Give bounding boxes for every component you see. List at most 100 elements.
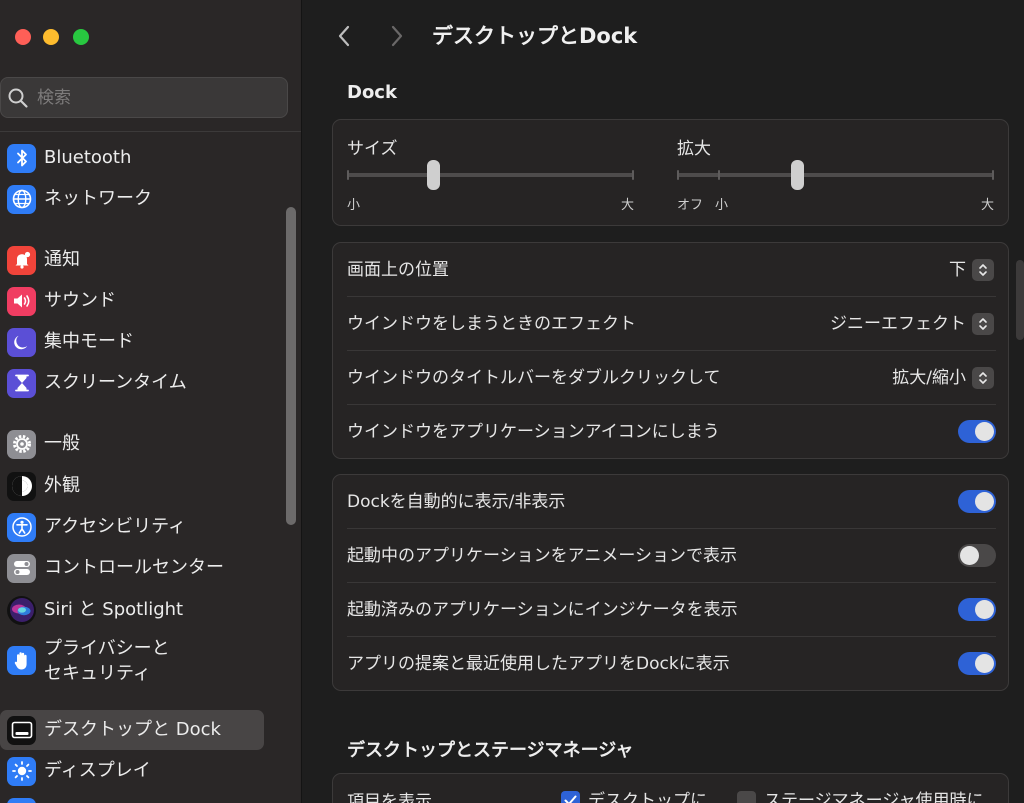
dock-window-settings-panel: 画面上の位置 下 ウインドウをしまうときのエフェクト ジニーエフェクト ウインド… (332, 242, 1009, 459)
appearance-icon (7, 471, 36, 501)
size-slider-tick (347, 170, 349, 180)
sidebar-item-label: Bluetooth (44, 147, 132, 168)
back-button[interactable] (331, 22, 357, 50)
sidebar-item-control-center[interactable]: コントロールセンター (0, 548, 264, 588)
sidebar-item-privacy-security[interactable]: プライバシーと セキュリティ (0, 635, 264, 687)
size-min-label: 小 (347, 198, 361, 213)
show-in-stage-manager-checkbox[interactable] (737, 791, 756, 803)
sidebar-item-next[interactable] (0, 795, 264, 803)
sidebar-scrollbar[interactable] (286, 207, 296, 525)
minimize-effect-value[interactable]: ジニーエフェクト (830, 312, 966, 336)
show-indicators-toggle[interactable] (958, 598, 996, 621)
sidebar-item-label-line2: セキュリティ (44, 663, 151, 684)
sidebar-item-general[interactable]: 一般 (0, 424, 264, 464)
search-input[interactable] (37, 87, 267, 108)
sidebar-divider (0, 131, 301, 132)
sidebar-item-label: ネットワーク (44, 188, 152, 209)
minimize-into-icon-toggle[interactable] (958, 420, 996, 443)
forward-button[interactable] (384, 22, 410, 50)
checkmark-icon (564, 795, 577, 803)
magnification-max-label: 大 (981, 198, 995, 213)
size-slider-tick (632, 170, 634, 180)
show-suggested-apps-row: アプリの提案と最近使用したアプリをDockに表示 (333, 637, 1010, 691)
minimize-into-icon-label: ウインドウをアプリケーションアイコンにしまう (347, 422, 720, 442)
main-scrollbar[interactable] (1016, 260, 1024, 340)
show-suggested-apps-label: アプリの提案と最近使用したアプリをDockに表示 (347, 654, 730, 674)
gear-icon (7, 429, 36, 459)
hourglass-icon (7, 368, 36, 398)
auto-hide-row: Dockを自動的に表示/非表示 (333, 475, 1010, 529)
siri-icon (7, 595, 36, 625)
dock-size-panel: サイズ 小 大 拡大 オフ 小 大 (332, 119, 1009, 226)
sidebar-item-siri-spotlight[interactable]: Siri と Spotlight (0, 590, 264, 630)
sidebar-item-sound[interactable]: サウンド (0, 281, 264, 321)
title-bar-double-click-label: ウインドウのタイトルバーをダブルクリックして (347, 368, 721, 388)
sidebar-item-displays[interactable]: ディスプレイ (0, 751, 264, 791)
position-on-screen-popup[interactable] (972, 259, 994, 281)
accessibility-icon (7, 512, 36, 542)
title-bar-double-click-value[interactable]: 拡大/縮小 (892, 366, 966, 390)
magnification-min-label: 小 (715, 198, 729, 213)
magnification-slider-tick (677, 170, 679, 180)
bell-icon (7, 245, 36, 275)
show-suggested-apps-toggle[interactable] (958, 652, 996, 675)
globe-icon (7, 184, 36, 214)
toggle-knob (975, 654, 994, 673)
sun-icon (7, 756, 36, 786)
sidebar-item-network[interactable]: ネットワーク (0, 179, 264, 219)
next-item-icon (7, 798, 36, 803)
bluetooth-icon (7, 143, 36, 173)
sidebar-item-label: 集中モード (44, 331, 134, 352)
magnification-slider-track[interactable] (677, 173, 994, 177)
magnification-slider-tick (718, 170, 720, 180)
show-indicators-row: 起動済みのアプリケーションにインジケータを表示 (333, 583, 1010, 637)
position-on-screen-value[interactable]: 下 (949, 258, 966, 282)
sidebar-item-bluetooth[interactable]: Bluetooth (0, 138, 264, 178)
size-label: サイズ (347, 139, 398, 159)
magnification-slider-thumb[interactable] (791, 160, 805, 190)
show-indicators-label: 起動済みのアプリケーションにインジケータを表示 (347, 600, 738, 620)
sidebar-item-label: 一般 (44, 433, 80, 454)
sidebar-item-label: コントロールセンター (44, 557, 224, 578)
up-down-chevron-icon (979, 264, 987, 276)
minimize-effect-row: ウインドウをしまうときのエフェクト ジニーエフェクト (333, 297, 1010, 351)
search-icon (8, 88, 28, 108)
sidebar-item-label: Siri と Spotlight (44, 599, 184, 620)
title-bar-double-click-popup[interactable] (972, 367, 994, 389)
sidebar-item-accessibility[interactable]: アクセシビリティ (0, 507, 264, 547)
zoom-window-button[interactable] (73, 29, 89, 45)
sidebar-item-label: アクセシビリティ (44, 516, 187, 537)
dock-section-title: Dock (347, 82, 397, 103)
size-slider-track[interactable] (347, 173, 634, 177)
position-on-screen-label: 画面上の位置 (347, 260, 449, 280)
show-on-desktop-checkbox[interactable] (561, 791, 580, 803)
page-title: デスクトップとDock (432, 24, 638, 48)
search-field[interactable] (0, 77, 288, 118)
sidebar-item-label: ディスプレイ (44, 760, 151, 781)
sidebar-item-appearance[interactable]: 外観 (0, 466, 264, 506)
animate-opening-toggle[interactable] (958, 544, 996, 567)
sidebar-item-notifications[interactable]: 通知 (0, 240, 264, 280)
show-in-stage-manager-label: ステージマネージャ使用時に (764, 791, 984, 803)
close-window-button[interactable] (15, 29, 31, 45)
minimize-window-button[interactable] (43, 29, 59, 45)
moon-icon (7, 327, 36, 357)
chevron-right-icon (391, 25, 403, 47)
sidebar-item-screen-time[interactable]: スクリーンタイム (0, 363, 264, 403)
auto-hide-toggle[interactable] (958, 490, 996, 513)
sidebar-item-label: サウンド (44, 290, 116, 311)
stage-manager-panel: 項目を表示 デスクトップに ステージマネージャ使用時に (332, 773, 1009, 803)
sidebar-item-desktop-dock[interactable]: デスクトップと Dock (0, 710, 264, 750)
size-slider-thumb[interactable] (427, 160, 441, 190)
sidebar-item-focus[interactable]: 集中モード (0, 322, 264, 362)
sidebar-item-label: スクリーンタイム (44, 372, 187, 393)
sidebar: Bluetooth ネットワーク 通知 サウンド (0, 0, 302, 803)
hand-icon (7, 646, 36, 675)
toggle-knob (975, 422, 994, 441)
main-content: デスクトップとDock Dock サイズ 小 大 拡大 オフ 小 大 画面上の位… (302, 0, 1024, 803)
minimize-effect-popup[interactable] (972, 313, 994, 335)
control-center-icon (7, 553, 36, 583)
stage-manager-section-title: デスクトップとステージマネージャ (347, 740, 634, 761)
auto-hide-label: Dockを自動的に表示/非表示 (347, 492, 566, 512)
minimize-effect-label: ウインドウをしまうときのエフェクト (347, 314, 636, 334)
